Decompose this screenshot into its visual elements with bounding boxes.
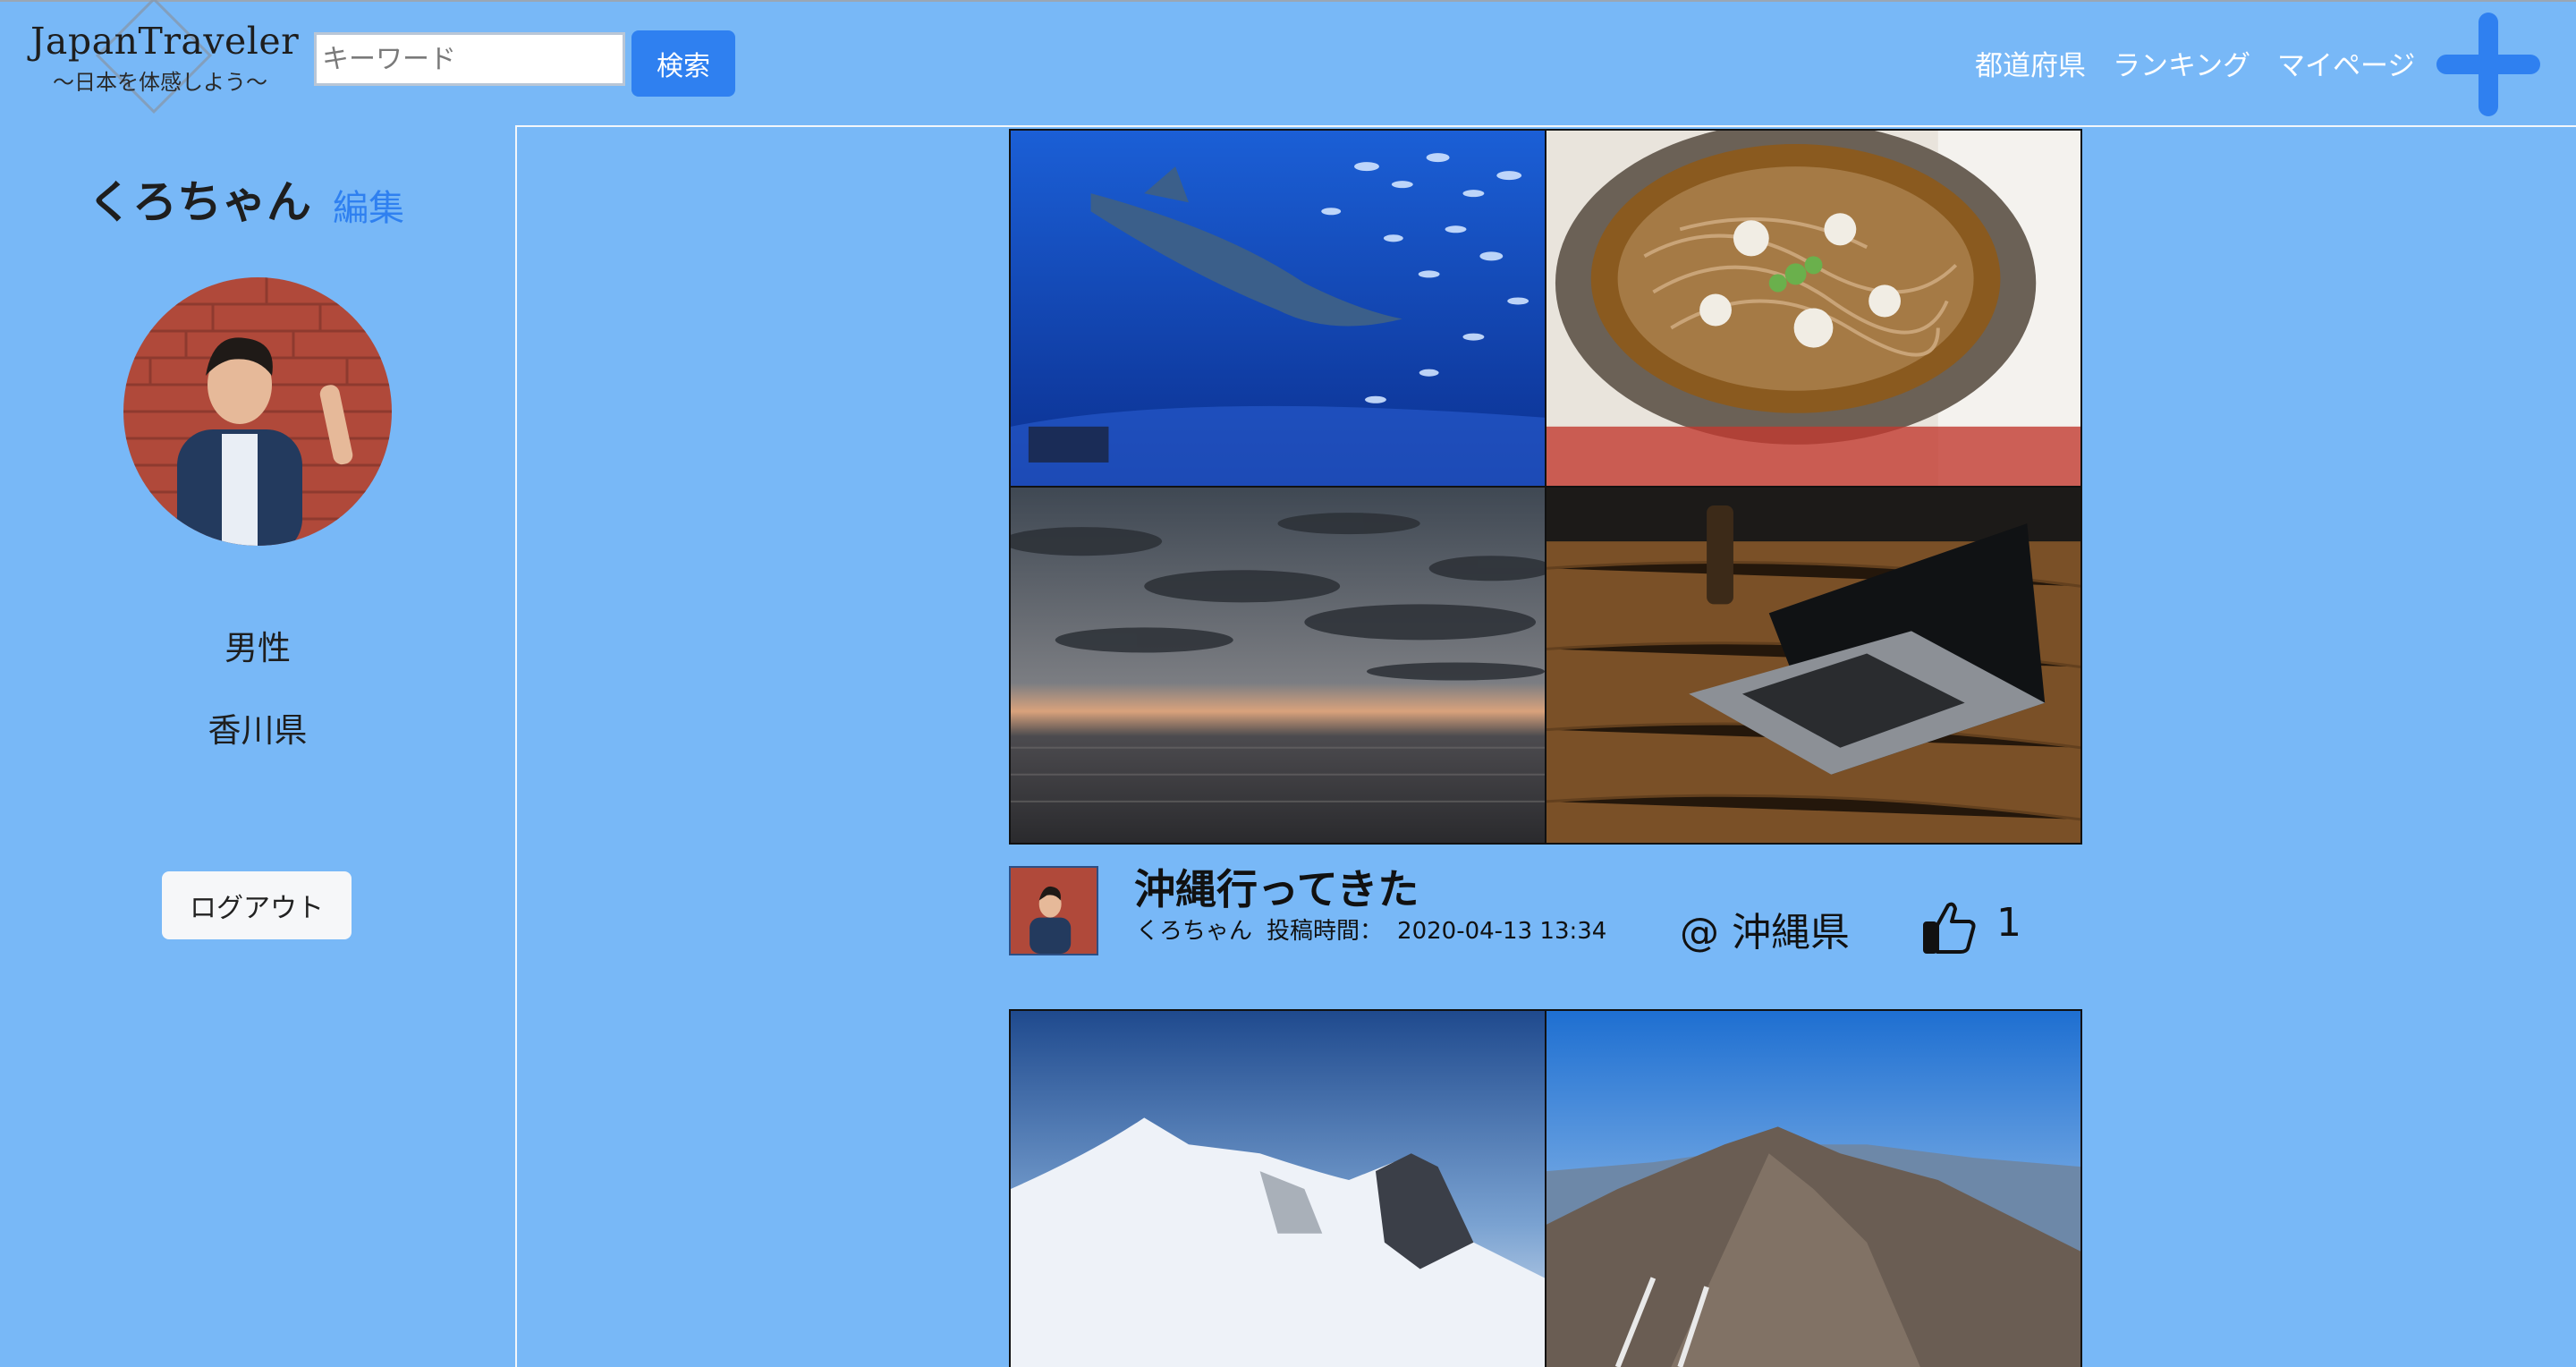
site-logo[interactable]: JapanTraveler 〜日本を体感しよう〜	[30, 0, 300, 122]
profile-prefecture: 香川県	[208, 711, 308, 750]
post-meta: くろちゃん 投稿時間： 2020-04-13 13:34	[1136, 913, 1621, 946]
edit-profile-link[interactable]: 編集	[333, 179, 404, 231]
post-time: 2020-04-13 13:34	[1397, 918, 1607, 945]
like-count: 1	[1996, 900, 2021, 946]
post-photo-grid[interactable]	[1009, 129, 2082, 845]
nav-mypage[interactable]: マイページ	[2277, 43, 2415, 83]
nav-ranking[interactable]: ランキング	[2113, 43, 2250, 83]
post-time-label: 投稿時間：	[1267, 918, 1384, 945]
post-title[interactable]: 沖縄行ってきた	[1134, 857, 1419, 916]
photo-sunset[interactable]	[1011, 488, 1545, 843]
search-input[interactable]	[314, 32, 625, 86]
photo-whale-shark[interactable]	[1011, 131, 1545, 486]
avatar	[123, 277, 392, 546]
nav-prefectures[interactable]: 都道府県	[1975, 43, 2086, 83]
thumbs-up-icon[interactable]	[1921, 898, 1979, 955]
photo-soba[interactable]	[1546, 131, 2080, 486]
logo-subtitle: 〜日本を体感しよう〜	[53, 70, 267, 95]
profile-gender: 男性	[225, 629, 291, 667]
photo-mountain-ridge[interactable]	[1546, 1011, 2080, 1367]
plus-icon[interactable]	[2436, 13, 2540, 116]
photo-snowy-mountain[interactable]	[1011, 1011, 1545, 1367]
search-button[interactable]: 検索	[631, 30, 735, 97]
post-photo-grid-2[interactable]	[1009, 1009, 2082, 1367]
photo-laptop[interactable]	[1546, 488, 2080, 843]
logout-button[interactable]: ログアウト	[162, 871, 352, 939]
profile-username: くろちゃん	[88, 176, 311, 228]
top-border	[0, 0, 2576, 2]
logo-title: JapanTraveler	[30, 20, 300, 63]
post-author-avatar[interactable]	[1009, 866, 1098, 955]
post-location[interactable]: @ 沖縄県	[1680, 900, 1850, 957]
post-author[interactable]: くろちゃん	[1136, 918, 1252, 945]
